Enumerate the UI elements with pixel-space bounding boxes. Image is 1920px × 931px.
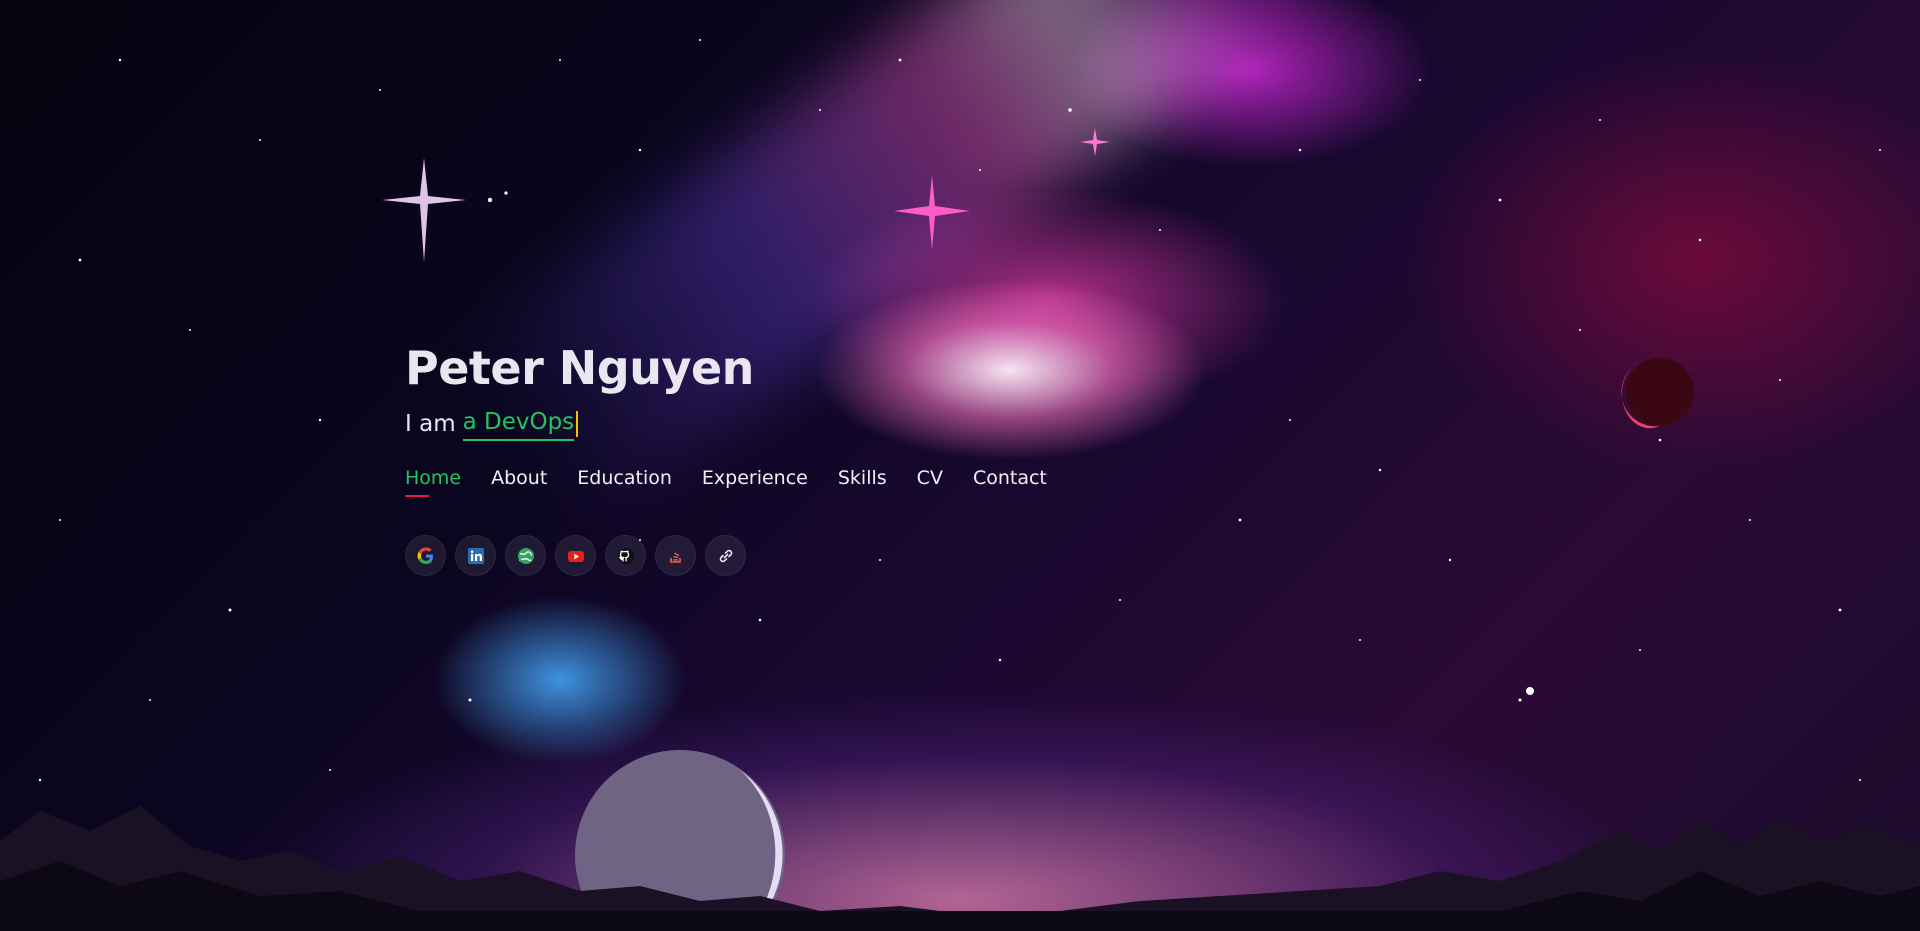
nav-item-skills[interactable]: Skills: [838, 467, 887, 497]
social-youtube[interactable]: [555, 535, 596, 576]
google-icon: [417, 546, 433, 564]
nav-item-contact[interactable]: Contact: [973, 467, 1047, 497]
nav-item-experience[interactable]: Experience: [702, 467, 808, 497]
hero-name: Peter Nguyen: [405, 341, 754, 395]
hero-background: Peter Nguyen I am a DevOps Home About Ed…: [0, 0, 1920, 931]
link-icon: [719, 549, 732, 562]
tagline-role: a DevOps: [462, 406, 575, 441]
tagline-prefix: I am: [405, 410, 456, 437]
typing-caret: [576, 410, 579, 437]
nav-item-cv[interactable]: CV: [917, 467, 943, 497]
social-google[interactable]: [405, 535, 446, 576]
hero-content: Peter Nguyen I am a DevOps Home About Ed…: [405, 338, 1105, 576]
nav-item-about[interactable]: About: [491, 467, 547, 497]
nav-item-home[interactable]: Home: [405, 467, 461, 497]
web-globe-icon: [517, 547, 534, 564]
youtube-icon: [567, 550, 584, 562]
linkedin-icon: [467, 547, 484, 564]
social-stackoverflow[interactable]: [655, 535, 696, 576]
social-github[interactable]: [605, 535, 646, 576]
nav-item-education[interactable]: Education: [577, 467, 672, 497]
social-linkedin[interactable]: [455, 535, 496, 576]
github-icon: [617, 547, 634, 564]
stackoverflow-icon: [669, 552, 681, 563]
main-nav: Home About Education Experience Skills C…: [405, 467, 1105, 497]
hero-tagline: I am a DevOps: [405, 406, 1105, 441]
social-website[interactable]: [505, 535, 546, 576]
mountain-silhouette: [0, 806, 1920, 931]
social-links: [405, 535, 1105, 576]
social-link[interactable]: [705, 535, 746, 576]
